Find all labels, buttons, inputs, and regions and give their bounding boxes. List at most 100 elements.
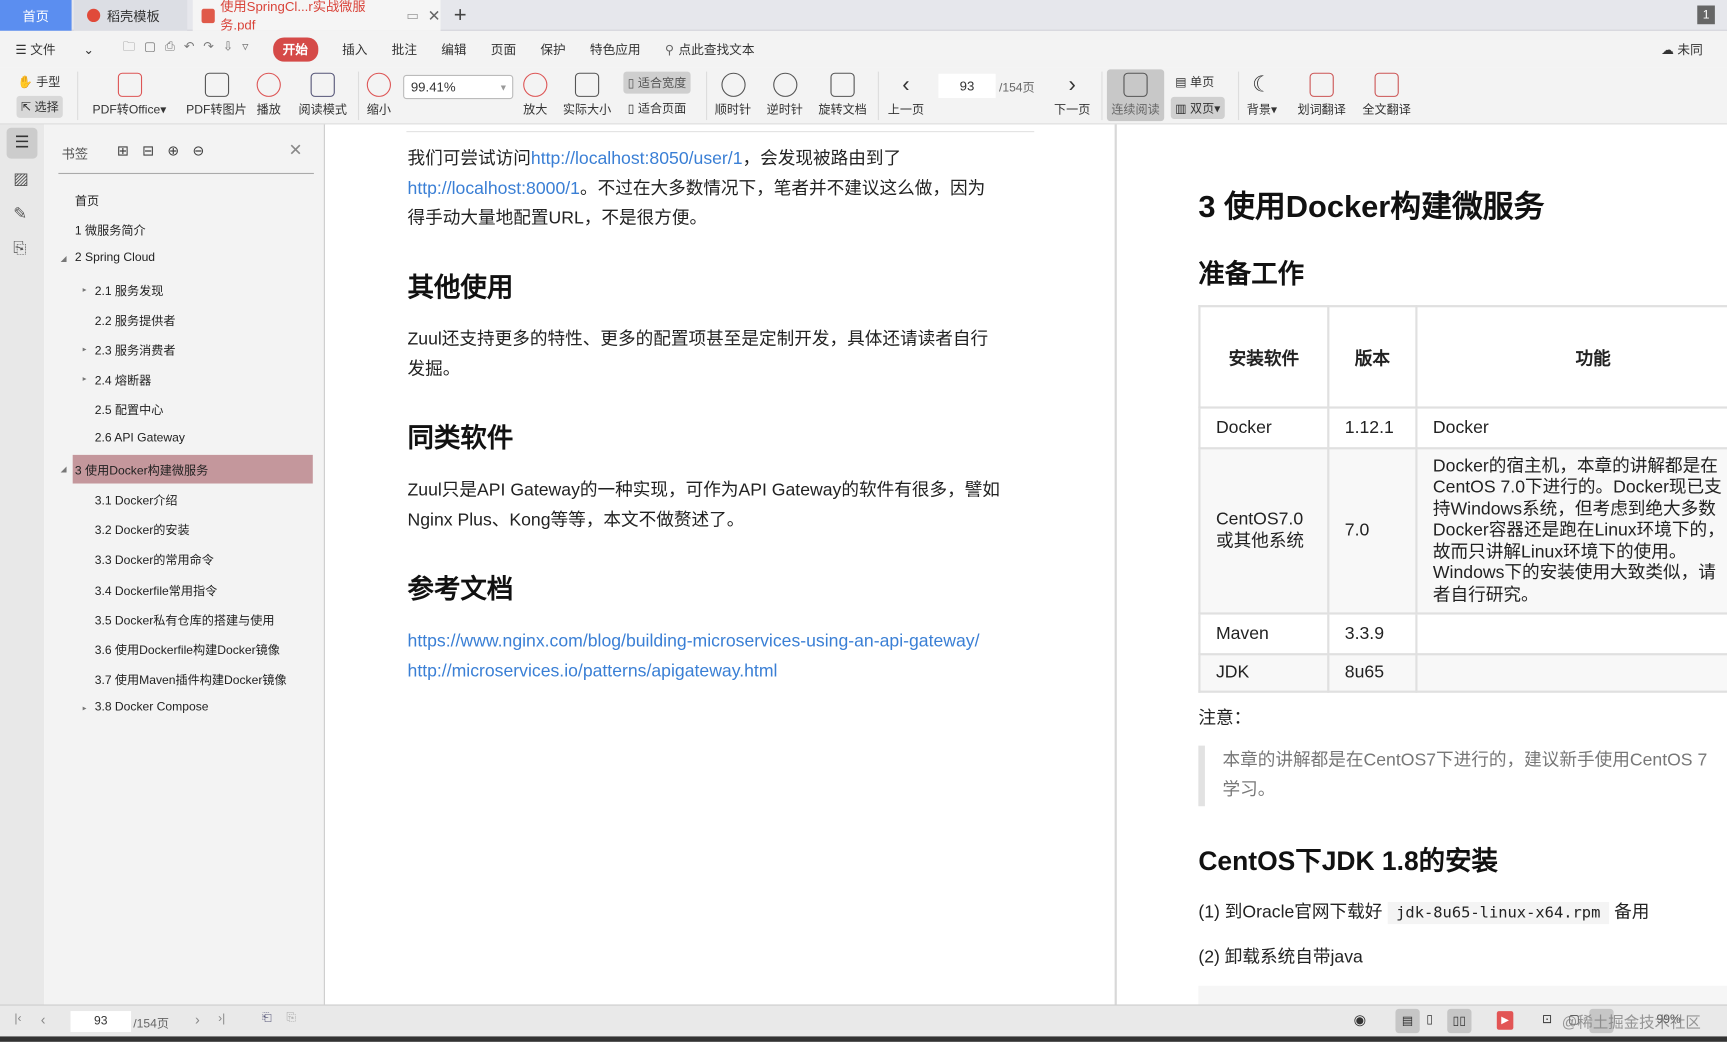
bookmark-item[interactable]: 3.3 Docker的常用命令 — [95, 551, 214, 569]
bookmark-item[interactable]: 3.2 Docker的安装 — [95, 521, 190, 539]
hand-tool-button[interactable]: ✋ 手型 — [18, 73, 61, 91]
bookmark-item[interactable]: 3.4 Dockerfile常用指令 — [95, 581, 218, 599]
link-localhost-8000[interactable]: http://localhost:8000/1 — [408, 180, 580, 199]
play-button[interactable]: 播放 — [257, 73, 281, 118]
zoom-in-button[interactable]: 放大 — [523, 73, 547, 118]
next-page-icon[interactable]: › — [195, 1011, 200, 1028]
bookmark-item[interactable]: 3.8 Docker Compose — [95, 701, 209, 714]
chevron-right-icon: › — [1054, 73, 1090, 97]
add-bookmark-icon[interactable]: ⊕ — [167, 142, 192, 159]
rotate-clockwise-button[interactable]: 顺时针 — [715, 73, 751, 118]
bookmark-item[interactable]: 2.5 配置中心 — [95, 401, 164, 419]
bookmark-list-icon[interactable]: ☰ — [7, 128, 38, 159]
expand-arrow-icon[interactable]: ▸ — [83, 345, 87, 354]
delete-bookmark-icon[interactable]: ⊖ — [192, 142, 217, 159]
rotate-counter-button[interactable]: 逆时针 — [767, 73, 803, 118]
prev-page-button[interactable]: ‹上一页 — [888, 73, 924, 118]
menu-features[interactable]: 特色应用 — [590, 40, 641, 58]
continuous-read-button[interactable]: 连续阅读 — [1107, 69, 1164, 121]
collapse-all-icon[interactable]: ⊟ — [142, 142, 167, 159]
close-tab-icon[interactable]: ✕ — [428, 6, 441, 25]
bookmark-item[interactable]: 2 Spring Cloud — [75, 252, 155, 265]
total-pages: /154页 — [999, 78, 1035, 96]
bookmark-item[interactable]: 1 微服务简介 — [75, 222, 146, 240]
label: 划词翻译 — [1297, 104, 1345, 117]
signature-icon[interactable]: ⎘ — [13, 239, 26, 258]
prev-page-icon[interactable]: ‹ — [41, 1011, 46, 1028]
menu-insert[interactable]: 插入 — [342, 40, 367, 58]
next-page-button[interactable]: ›下一页 — [1054, 73, 1090, 118]
continuous-view-icon[interactable]: ▤ — [1395, 1009, 1419, 1033]
expand-arrow-icon[interactable]: ▸ — [83, 285, 87, 294]
link-microservices[interactable]: http://microservices.io/patterns/apigate… — [408, 656, 778, 686]
first-page-icon[interactable]: |‹ — [14, 1012, 21, 1025]
read-mode-button[interactable]: 阅读模式 — [298, 73, 346, 118]
word-translate-button[interactable]: 划词翻译 — [1297, 73, 1345, 118]
double-page-button[interactable]: ▥ 双页▾ — [1171, 97, 1225, 119]
full-translate-button[interactable]: 全文翻译 — [1362, 73, 1410, 118]
double-view-icon[interactable]: ▯▯ — [1447, 1009, 1471, 1033]
collapse-arrow-icon[interactable]: ◢ — [61, 255, 67, 264]
link-nginx[interactable]: https://www.nginx.com/blog/building-micr… — [408, 627, 980, 657]
eye-care-icon[interactable]: ◉ — [1354, 1011, 1366, 1029]
single-page-button[interactable]: ▤ 单页 — [1175, 73, 1214, 91]
bookmark-item[interactable]: 3.6 使用Dockerfile构建Docker镜像 — [95, 641, 280, 659]
play-icon[interactable]: ▶ — [1497, 1011, 1514, 1030]
select-tool-button[interactable]: ⇱ 选择 — [17, 96, 64, 118]
chevron-left-icon: ‹ — [888, 73, 924, 97]
actual-size-button[interactable]: 实际大小 — [563, 73, 611, 118]
zoom-out-button[interactable]: 缩小 — [367, 73, 391, 118]
expand-arrow-icon[interactable]: ▸ — [83, 704, 87, 713]
tab-home[interactable]: 首页 — [0, 0, 72, 31]
fit-page-button[interactable]: ▯ 适合页面 — [628, 99, 686, 117]
back-view-icon[interactable]: ⎗ — [262, 1011, 272, 1025]
sync-status[interactable]: ☁ 未同 — [1661, 41, 1727, 59]
menu-page[interactable]: 页面 — [491, 40, 516, 58]
thumbnail-icon[interactable]: ▨ — [13, 169, 29, 189]
status-page-input[interactable]: 93 — [70, 1011, 131, 1032]
bookmark-item[interactable]: 2.1 服务发现 — [95, 282, 164, 300]
note-text: 本章的讲解都是在CentOS7下进行的，建议新手使用CentOS 7 — [1223, 746, 1708, 776]
actual-size-icon[interactable]: ⊡ — [1542, 1012, 1552, 1026]
zoom-level-select[interactable]: 99.41%▼ — [403, 75, 513, 99]
fit-width-button[interactable]: ▯ 适合宽度 — [623, 72, 690, 94]
background-button[interactable]: ☾背景▾ — [1247, 73, 1277, 118]
zoom-in-icon — [523, 73, 547, 97]
single-view-icon[interactable]: ▯ — [1426, 1012, 1433, 1026]
menu-edit[interactable]: 编辑 — [441, 40, 466, 58]
search-text-button[interactable]: 点此查找文本 — [679, 40, 755, 58]
pin-icon[interactable]: ▭ — [406, 8, 418, 23]
expand-arrow-icon[interactable]: ▸ — [83, 375, 87, 384]
expand-all-icon[interactable]: ⊞ — [117, 142, 142, 159]
bookmark-item[interactable]: 2.3 服务消费者 — [95, 341, 176, 359]
new-tab-button[interactable]: + — [454, 0, 467, 31]
bookmark-item[interactable]: 3.7 使用Maven插件构建Docker镜像 — [95, 671, 287, 689]
bookmark-item[interactable]: 2.4 熔断器 — [95, 371, 152, 389]
text: (1) 到Oracle官网下载好 — [1198, 903, 1382, 922]
file-menu[interactable]: ☰ 文件 ⌄ — [15, 40, 94, 58]
last-page-icon[interactable]: ›| — [218, 1012, 225, 1025]
collapse-arrow-icon[interactable]: ◢ — [61, 465, 67, 474]
tab-pdf-active[interactable]: 使用SpringCl...r实战微服务.pdf▭✕ — [193, 0, 441, 31]
tab-docer[interactable]: 稻壳模板 — [74, 0, 187, 31]
bookmark-title: 书签 — [62, 144, 88, 163]
bookmark-tools[interactable]: ⊞⊟⊕⊖ — [117, 142, 218, 160]
bookmark-item[interactable]: 3 使用Docker构建微服务 — [75, 461, 208, 479]
rotate-document-button[interactable]: 旋转文档 — [818, 73, 866, 118]
pdf-to-image-button[interactable]: PDF转图片 — [186, 73, 247, 118]
pdf-to-office-button[interactable]: PDF转Office▾ — [93, 73, 167, 118]
bookmark-item[interactable]: 首页 — [75, 192, 99, 210]
menu-comment[interactable]: 批注 — [392, 40, 417, 58]
link-localhost-8050[interactable]: http://localhost:8050/user/1 — [531, 150, 743, 169]
bookmark-item[interactable]: 3.5 Docker私有仓库的搭建与使用 — [95, 611, 275, 629]
forward-view-icon[interactable]: ⎘ — [286, 1011, 296, 1025]
annotation-icon[interactable]: ✎ — [13, 204, 27, 224]
menu-start[interactable]: 开始 — [273, 37, 318, 61]
bookmark-item[interactable]: 3.1 Docker介绍 — [95, 491, 178, 509]
bookmark-item[interactable]: 2.2 服务提供者 — [95, 311, 176, 329]
page-number-input[interactable]: 93 — [938, 74, 995, 98]
bookmark-item[interactable]: 2.6 API Gateway — [95, 431, 185, 444]
menu-protect[interactable]: 保护 — [540, 40, 565, 58]
close-panel-icon[interactable]: ✕ — [289, 140, 303, 160]
quick-access-icons[interactable]: 🗀▢⎙↶↷⇩▿ — [123, 39, 258, 60]
